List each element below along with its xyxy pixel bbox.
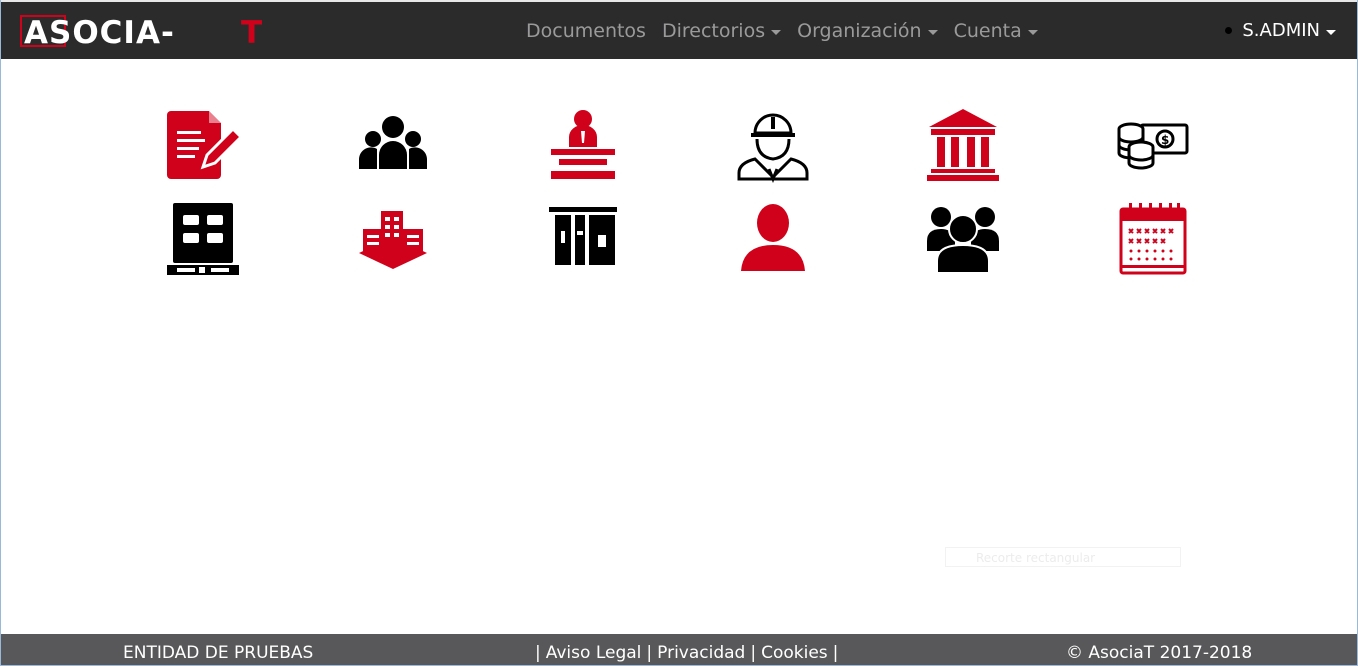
document-edit-icon: [167, 111, 241, 179]
tile-calendar[interactable]: [1115, 201, 1191, 277]
speaker-podium-icon: [551, 110, 615, 179]
footer-separator: |: [832, 643, 839, 663]
tile-team[interactable]: [925, 201, 1001, 277]
user-name: S.ADMIN: [1242, 20, 1320, 41]
tile-speaker[interactable]: [545, 107, 621, 183]
user-icon: [741, 204, 805, 271]
tile-documents[interactable]: [165, 107, 241, 183]
link-cookies[interactable]: Cookies: [761, 643, 828, 663]
nav-organizacion-label: Organización: [797, 19, 922, 42]
footer-separator: |: [646, 643, 653, 663]
nav-cuenta[interactable]: Cuenta: [946, 20, 1046, 42]
tile-institutions[interactable]: [925, 107, 1001, 183]
link-privacidad[interactable]: Privacidad: [657, 643, 745, 663]
main-nav: Documentos Directorios Organización Cuen…: [518, 2, 1046, 59]
nav-organizacion[interactable]: Organización: [789, 20, 945, 42]
caret-down-icon: [1326, 29, 1336, 35]
caret-down-icon: [1027, 29, 1038, 35]
svg-text:ASOCIA-: ASOCIA-: [24, 15, 175, 48]
svg-text:T: T: [241, 15, 262, 48]
tile-facilities[interactable]: [545, 201, 621, 277]
bank-icon: [927, 109, 999, 181]
svg-text:$: $: [1161, 133, 1169, 147]
link-aviso-legal[interactable]: Aviso Legal: [546, 643, 642, 663]
top-navbar: ASOCIA- T Documentos Directorios Organiz…: [0, 0, 1358, 59]
tile-users[interactable]: [735, 201, 811, 277]
caret-down-icon: [771, 29, 782, 35]
calendar-icon: [1119, 203, 1187, 275]
footer-entity: ENTIDAD DE PRUEBAS: [123, 643, 314, 663]
footer-copyright: © AsociaT 2017-2018: [1066, 643, 1253, 663]
tile-groups[interactable]: [355, 107, 431, 183]
office-building-icon: [167, 203, 239, 275]
ghost-capture-field: Recorte rectangular: [945, 547, 1181, 567]
money-coins-icon: $: [1117, 122, 1189, 170]
nav-cuenta-label: Cuenta: [953, 19, 1022, 42]
tile-offices[interactable]: [165, 201, 241, 277]
caret-down-icon: [927, 29, 938, 35]
company-building-icon: [359, 211, 427, 269]
brand-logo[interactable]: ASOCIA- T: [20, 14, 270, 48]
user-menu[interactable]: S.ADMIN: [1225, 2, 1336, 59]
worker-helmet-icon: [737, 113, 809, 183]
tile-workers[interactable]: [735, 107, 811, 183]
footer-separator: |: [750, 643, 757, 663]
tile-companies[interactable]: [355, 201, 431, 277]
nav-documentos[interactable]: Documentos: [518, 20, 654, 42]
status-dot-icon: [1225, 27, 1233, 34]
footer-links: | Aviso Legal | Privacidad | Cookies |: [530, 643, 843, 663]
footer: ENTIDAD DE PRUEBAS | Aviso Legal | Priva…: [0, 634, 1358, 666]
team-icon: [927, 207, 999, 274]
tile-finances[interactable]: $: [1115, 107, 1191, 183]
nav-directorios[interactable]: Directorios: [654, 20, 789, 42]
footer-separator: |: [535, 643, 541, 663]
facility-building-icon: [549, 207, 617, 265]
nav-directorios-label: Directorios: [661, 19, 766, 42]
group-icon: [359, 116, 427, 169]
nav-documentos-label: Documentos: [526, 19, 646, 42]
